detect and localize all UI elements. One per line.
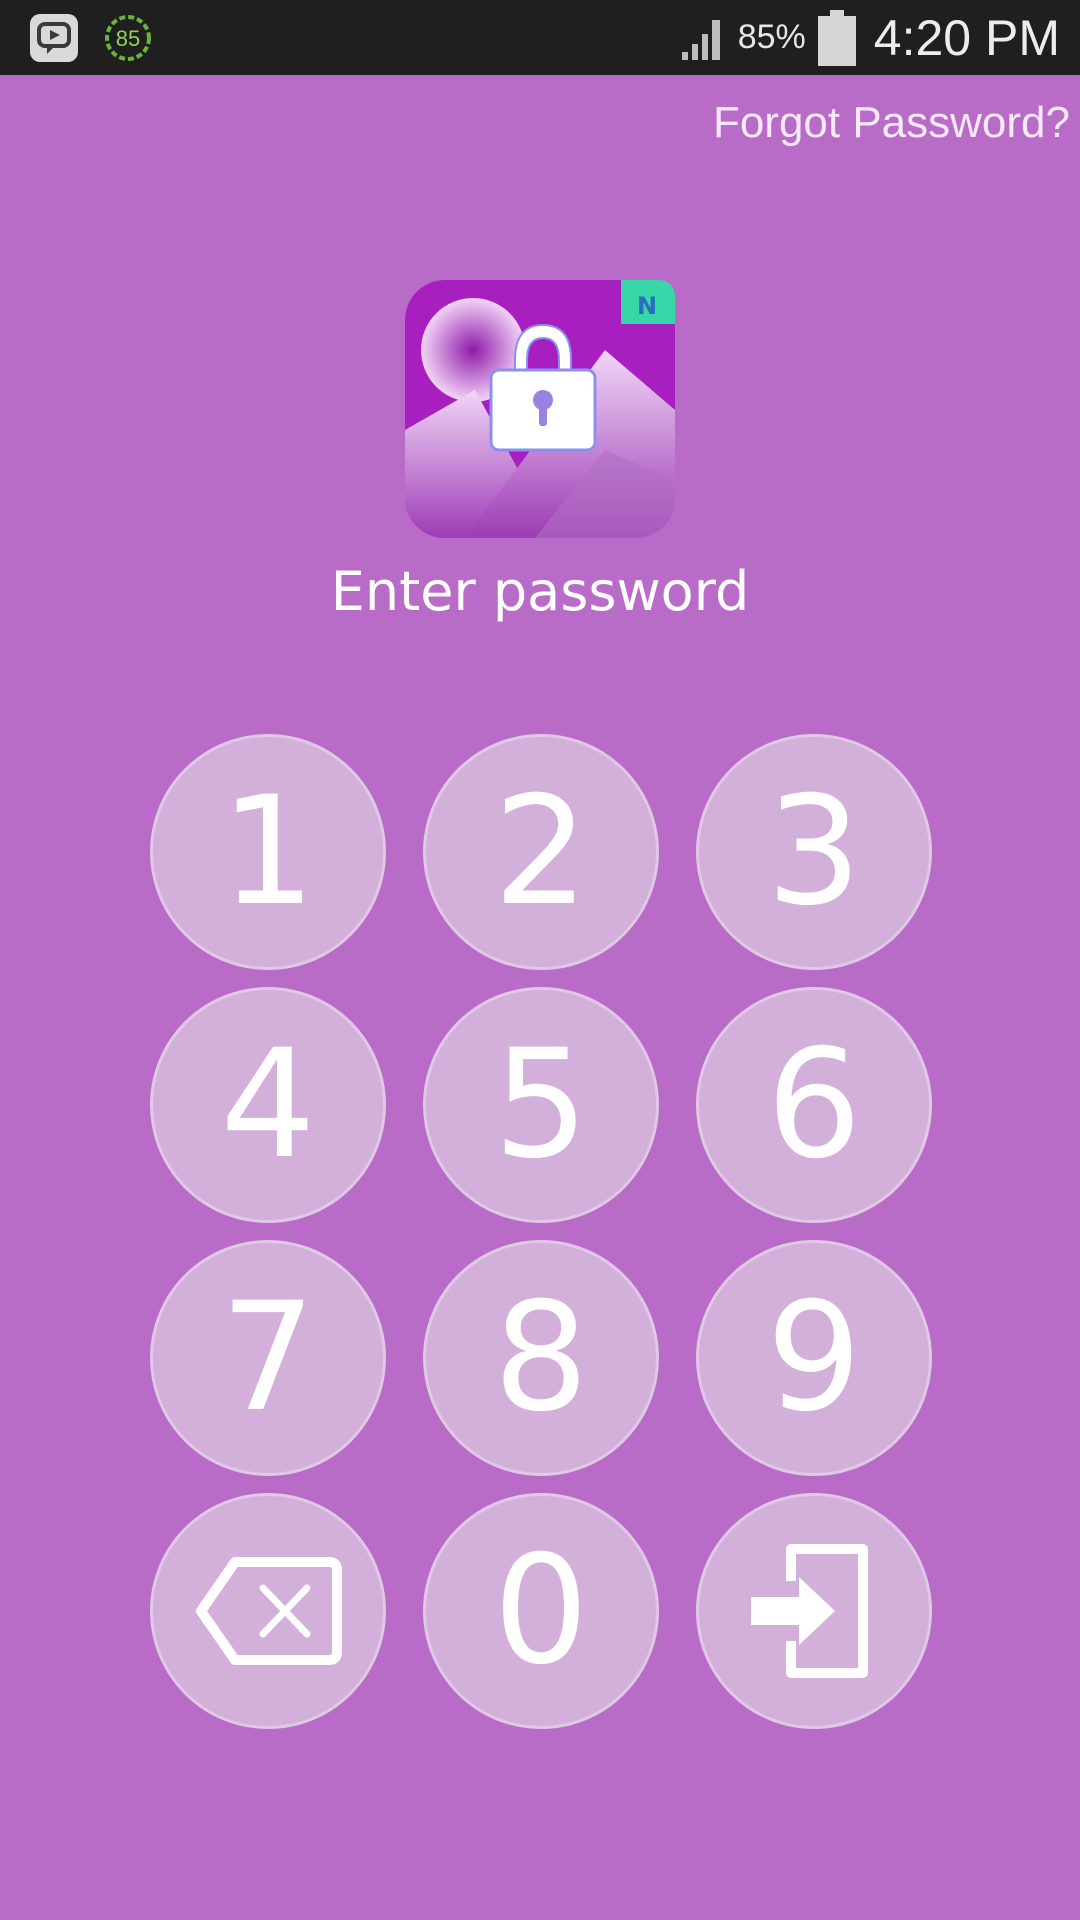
key-7[interactable]: 7 bbox=[150, 1240, 386, 1476]
delete-button[interactable] bbox=[150, 1493, 386, 1729]
key-9[interactable]: 9 bbox=[696, 1240, 932, 1476]
enter-button[interactable] bbox=[696, 1493, 932, 1729]
key-8[interactable]: 8 bbox=[423, 1240, 659, 1476]
keypad: 1 2 3 4 5 6 7 8 9 0 bbox=[0, 0, 1080, 1920]
key-4[interactable]: 4 bbox=[150, 987, 386, 1223]
enter-icon bbox=[751, 1544, 868, 1678]
key-1[interactable]: 1 bbox=[150, 734, 386, 970]
key-0[interactable]: 0 bbox=[423, 1493, 659, 1729]
key-6[interactable]: 6 bbox=[696, 987, 932, 1223]
backspace-icon bbox=[196, 1557, 342, 1665]
key-5[interactable]: 5 bbox=[423, 987, 659, 1223]
key-2[interactable]: 2 bbox=[423, 734, 659, 970]
key-3[interactable]: 3 bbox=[696, 734, 932, 970]
